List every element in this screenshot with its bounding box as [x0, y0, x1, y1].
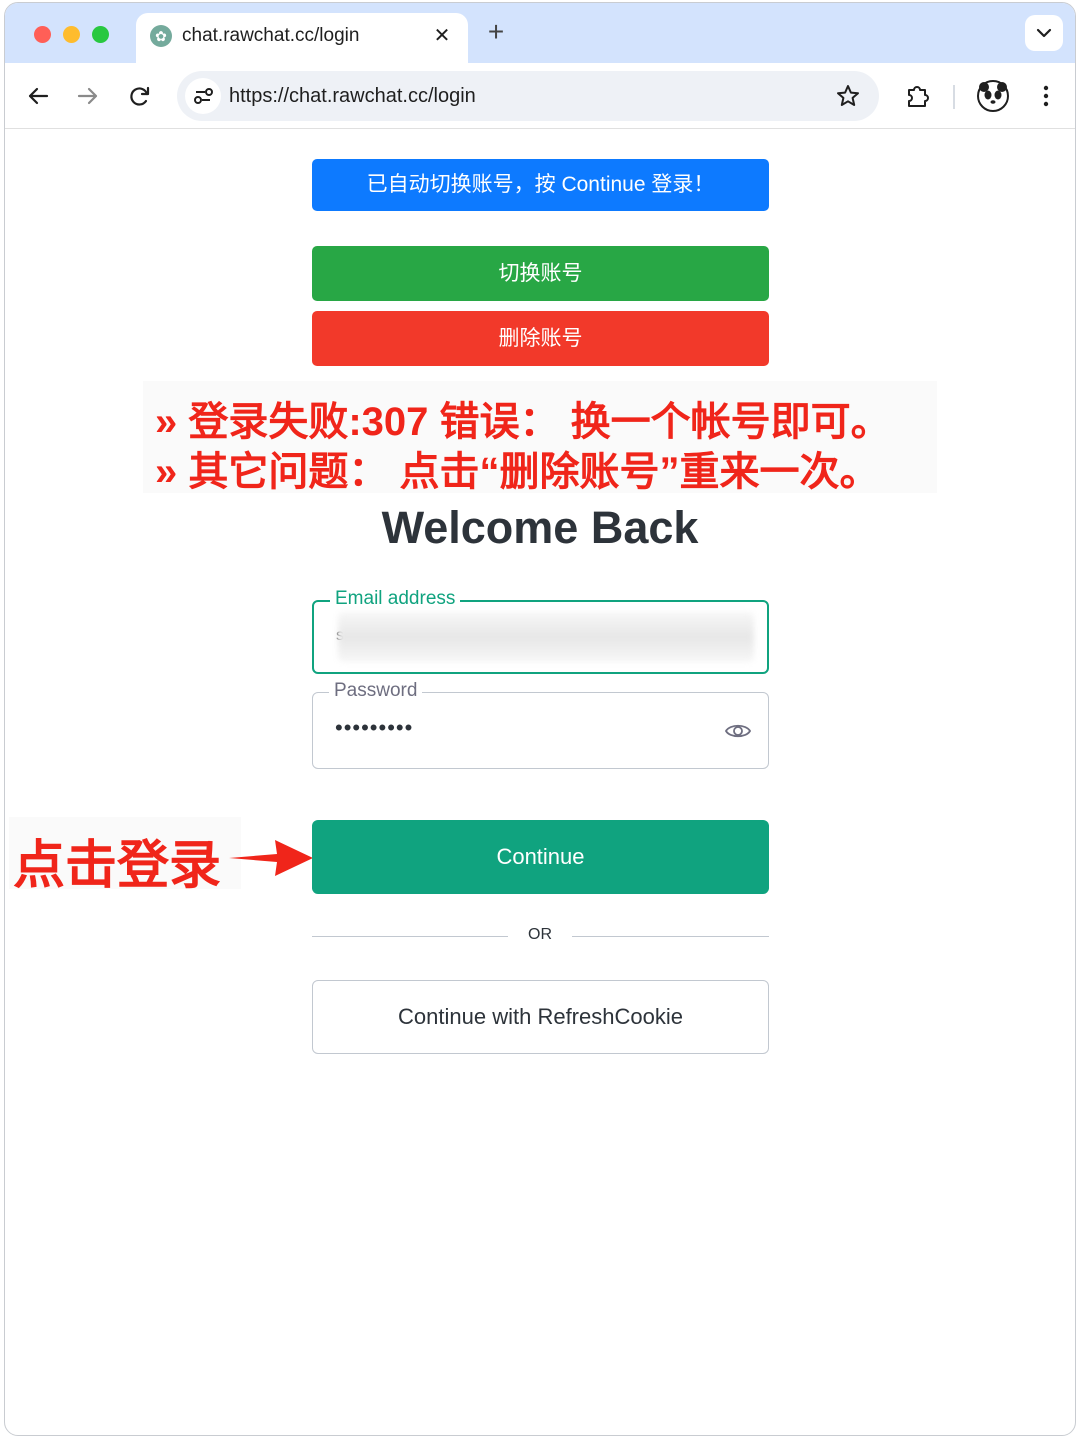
tab-search-button[interactable] — [1025, 15, 1063, 51]
maximize-window-button[interactable] — [92, 26, 109, 43]
bookmark-star-icon[interactable] — [835, 83, 861, 109]
password-field[interactable]: Password ••••••••• — [312, 680, 769, 769]
browser-toolbar: https://chat.rawchat.cc/login — [5, 63, 1075, 129]
tab-strip: ✿ chat.rawchat.cc/login ✕ + — [5, 3, 1075, 63]
annotation-arrow-icon — [229, 840, 313, 876]
annotation-other-issues: » 其它问题： 点击“删除账号”重来一次。 — [155, 450, 880, 494]
continue-button[interactable]: Continue — [312, 820, 769, 894]
email-field[interactable]: Email address s — [312, 588, 769, 674]
close-window-button[interactable] — [34, 26, 51, 43]
forward-arrow-icon[interactable] — [73, 81, 103, 111]
show-password-eye-icon[interactable] — [724, 717, 752, 745]
new-tab-button[interactable]: + — [483, 17, 509, 47]
more-menu-icon[interactable] — [1031, 81, 1061, 111]
site-info-button[interactable] — [185, 78, 221, 114]
annotation-click-login: 点击登录 — [13, 837, 222, 895]
extensions-puzzle-icon[interactable] — [903, 81, 933, 111]
reload-icon[interactable] — [125, 81, 155, 111]
toolbar-divider — [953, 85, 955, 109]
delete-account-button[interactable]: 删除账号 — [312, 311, 769, 366]
page-title: Welcome Back — [381, 502, 699, 553]
address-bar[interactable]: https://chat.rawchat.cc/login — [177, 71, 879, 121]
profile-avatar-panda-icon[interactable] — [977, 80, 1009, 112]
minimize-window-button[interactable] — [63, 26, 80, 43]
browser-window: ✿ chat.rawchat.cc/login ✕ + https://chat… — [4, 2, 1076, 1436]
switch-account-button[interactable]: 切换账号 — [312, 246, 769, 301]
auto-switch-notice-banner: 已自动切换账号，按 Continue 登录！ — [312, 159, 769, 211]
email-label: Email address — [330, 588, 461, 610]
tab-title: chat.rawchat.cc/login — [182, 25, 360, 46]
tab-close-icon[interactable]: ✕ — [430, 23, 454, 48]
chevron-down-icon — [1036, 28, 1052, 38]
back-arrow-icon[interactable] — [23, 81, 53, 111]
password-label: Password — [329, 680, 423, 702]
url-text[interactable]: https://chat.rawchat.cc/login — [229, 85, 476, 108]
openai-favicon-icon: ✿ — [150, 25, 172, 47]
or-divider-label: OR — [528, 926, 552, 943]
email-redaction-blur — [338, 612, 754, 662]
tune-icon — [194, 88, 213, 104]
continue-with-refresh-cookie-button[interactable]: Continue with RefreshCookie — [312, 980, 769, 1054]
browser-tab[interactable]: ✿ chat.rawchat.cc/login ✕ — [136, 13, 468, 63]
page-content: 已自动切换账号，按 Continue 登录！ 切换账号 删除账号 » 登录失败:… — [5, 130, 1075, 1435]
divider-right — [572, 936, 769, 937]
password-value: ••••••••• — [335, 715, 414, 740]
